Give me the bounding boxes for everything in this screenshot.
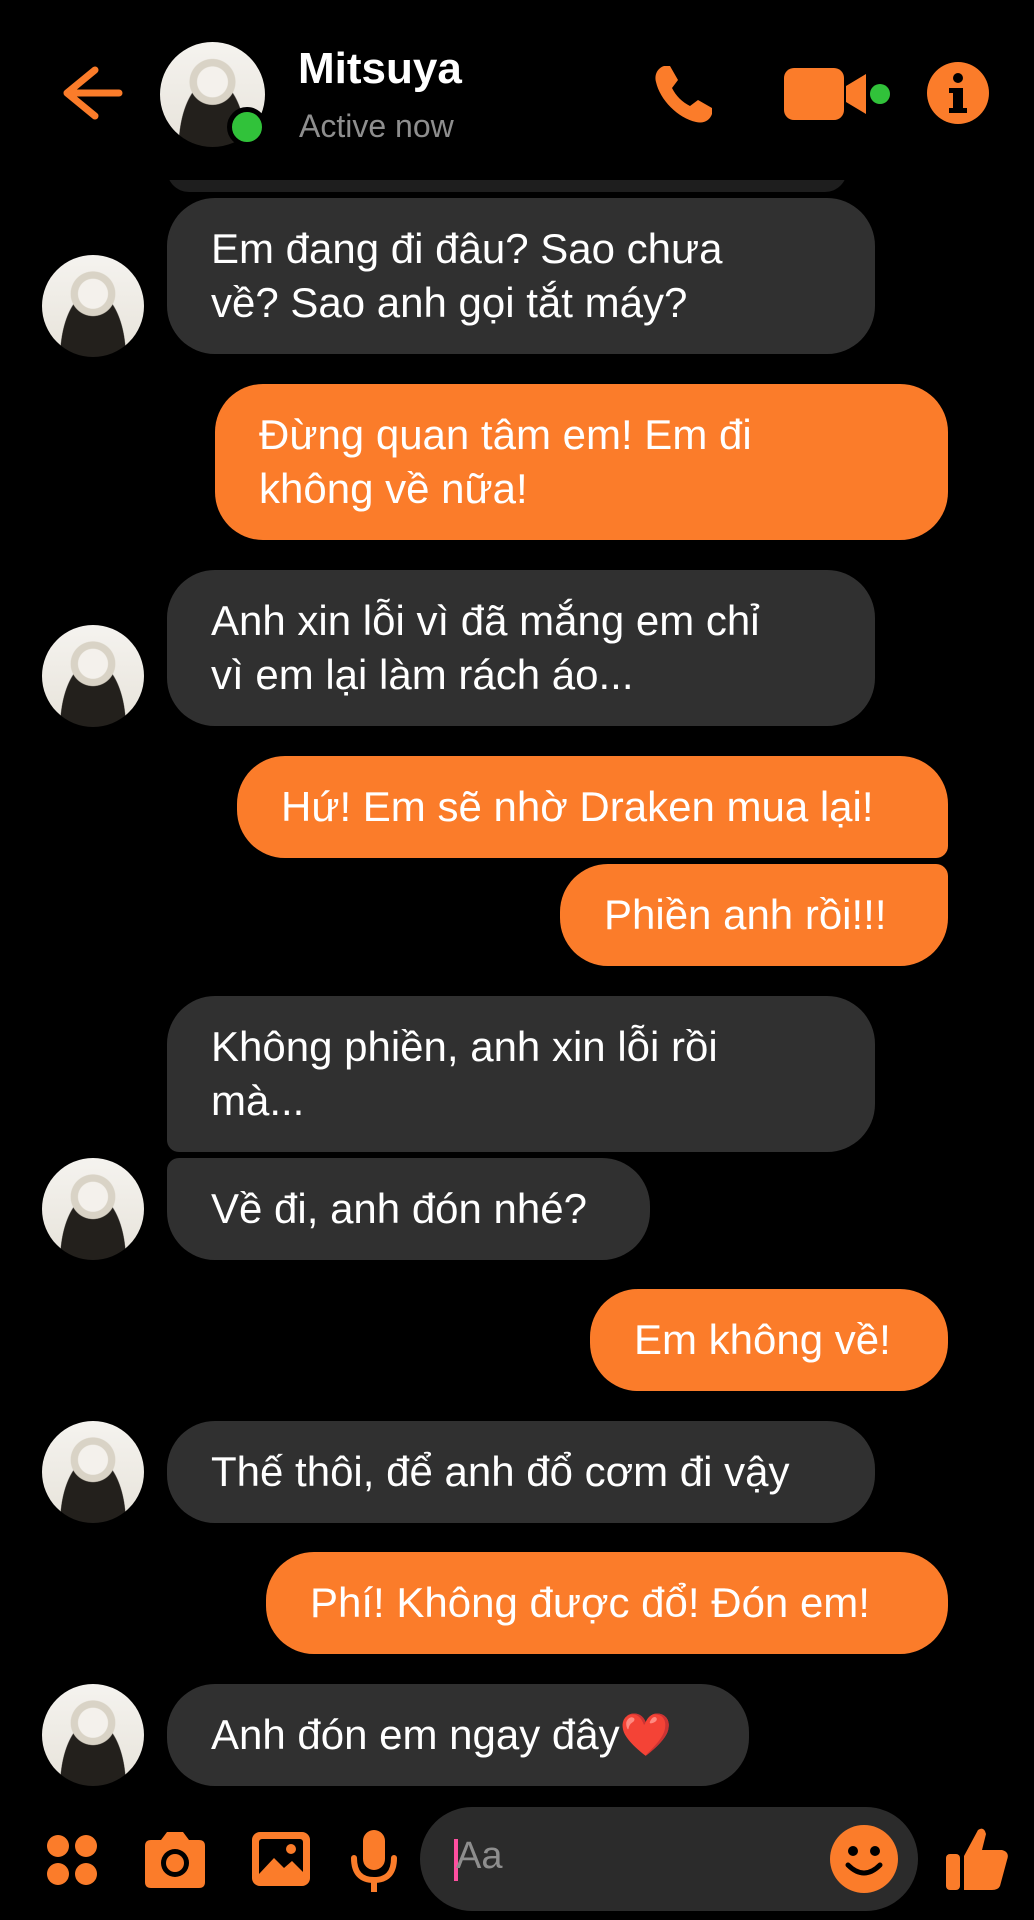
incoming-message[interactable]: Thế thôi, để anh đổ cơm đi vậy: [167, 1421, 875, 1523]
emoji-icon[interactable]: [828, 1823, 900, 1895]
incoming-message[interactable]: Anh đón em ngay đây❤️: [167, 1684, 749, 1786]
message-list: Em đang đi đâu? Sao chưa về? Sao anh gọi…: [0, 0, 1034, 1920]
contact-avatar[interactable]: [42, 625, 144, 727]
message-composer: Aa: [0, 1800, 1034, 1920]
outgoing-message[interactable]: Phiền anh rồi!!!: [560, 864, 948, 966]
gallery-icon[interactable]: [250, 1830, 312, 1888]
header-avatar[interactable]: [160, 42, 267, 147]
info-icon[interactable]: [925, 60, 991, 126]
microphone-icon[interactable]: [350, 1828, 398, 1896]
outgoing-message[interactable]: Phí! Không được đổ! Đón em!: [266, 1552, 948, 1654]
contact-name[interactable]: Mitsuya: [298, 44, 462, 94]
incoming-message[interactable]: Anh xin lỗi vì đã mắng em chỉ vì em lại …: [167, 570, 875, 726]
incoming-message[interactable]: Về đi, anh đón nhé?: [167, 1158, 650, 1260]
back-arrow-icon[interactable]: [55, 58, 125, 128]
apps-icon[interactable]: [44, 1832, 100, 1888]
phone-icon[interactable]: [648, 60, 718, 130]
input-placeholder: Aa: [456, 1835, 503, 1877]
video-camera-icon[interactable]: [782, 64, 892, 124]
contact-avatar[interactable]: [42, 1421, 144, 1523]
camera-icon[interactable]: [141, 1830, 209, 1890]
contact-avatar[interactable]: [42, 255, 144, 357]
chat-header: Mitsuya Active now: [0, 0, 1034, 180]
contact-avatar[interactable]: [42, 1158, 144, 1260]
outgoing-message[interactable]: Đừng quan tâm em! Em đi không về nữa!: [215, 384, 948, 540]
incoming-message[interactable]: Em đang đi đâu? Sao chưa về? Sao anh gọi…: [167, 198, 875, 354]
thumbs-up-icon[interactable]: [944, 1824, 1010, 1894]
incoming-message[interactable]: Không phiền, anh xin lỗi rồi mà...: [167, 996, 875, 1152]
outgoing-message[interactable]: Em không về!: [590, 1289, 948, 1391]
outgoing-message[interactable]: Hứ! Em sẽ nhờ Draken mua lại!: [237, 756, 948, 858]
message-input[interactable]: Aa: [420, 1807, 918, 1911]
contact-avatar[interactable]: [42, 1684, 144, 1786]
active-status: Active now: [299, 108, 454, 144]
online-indicator: [227, 107, 267, 147]
